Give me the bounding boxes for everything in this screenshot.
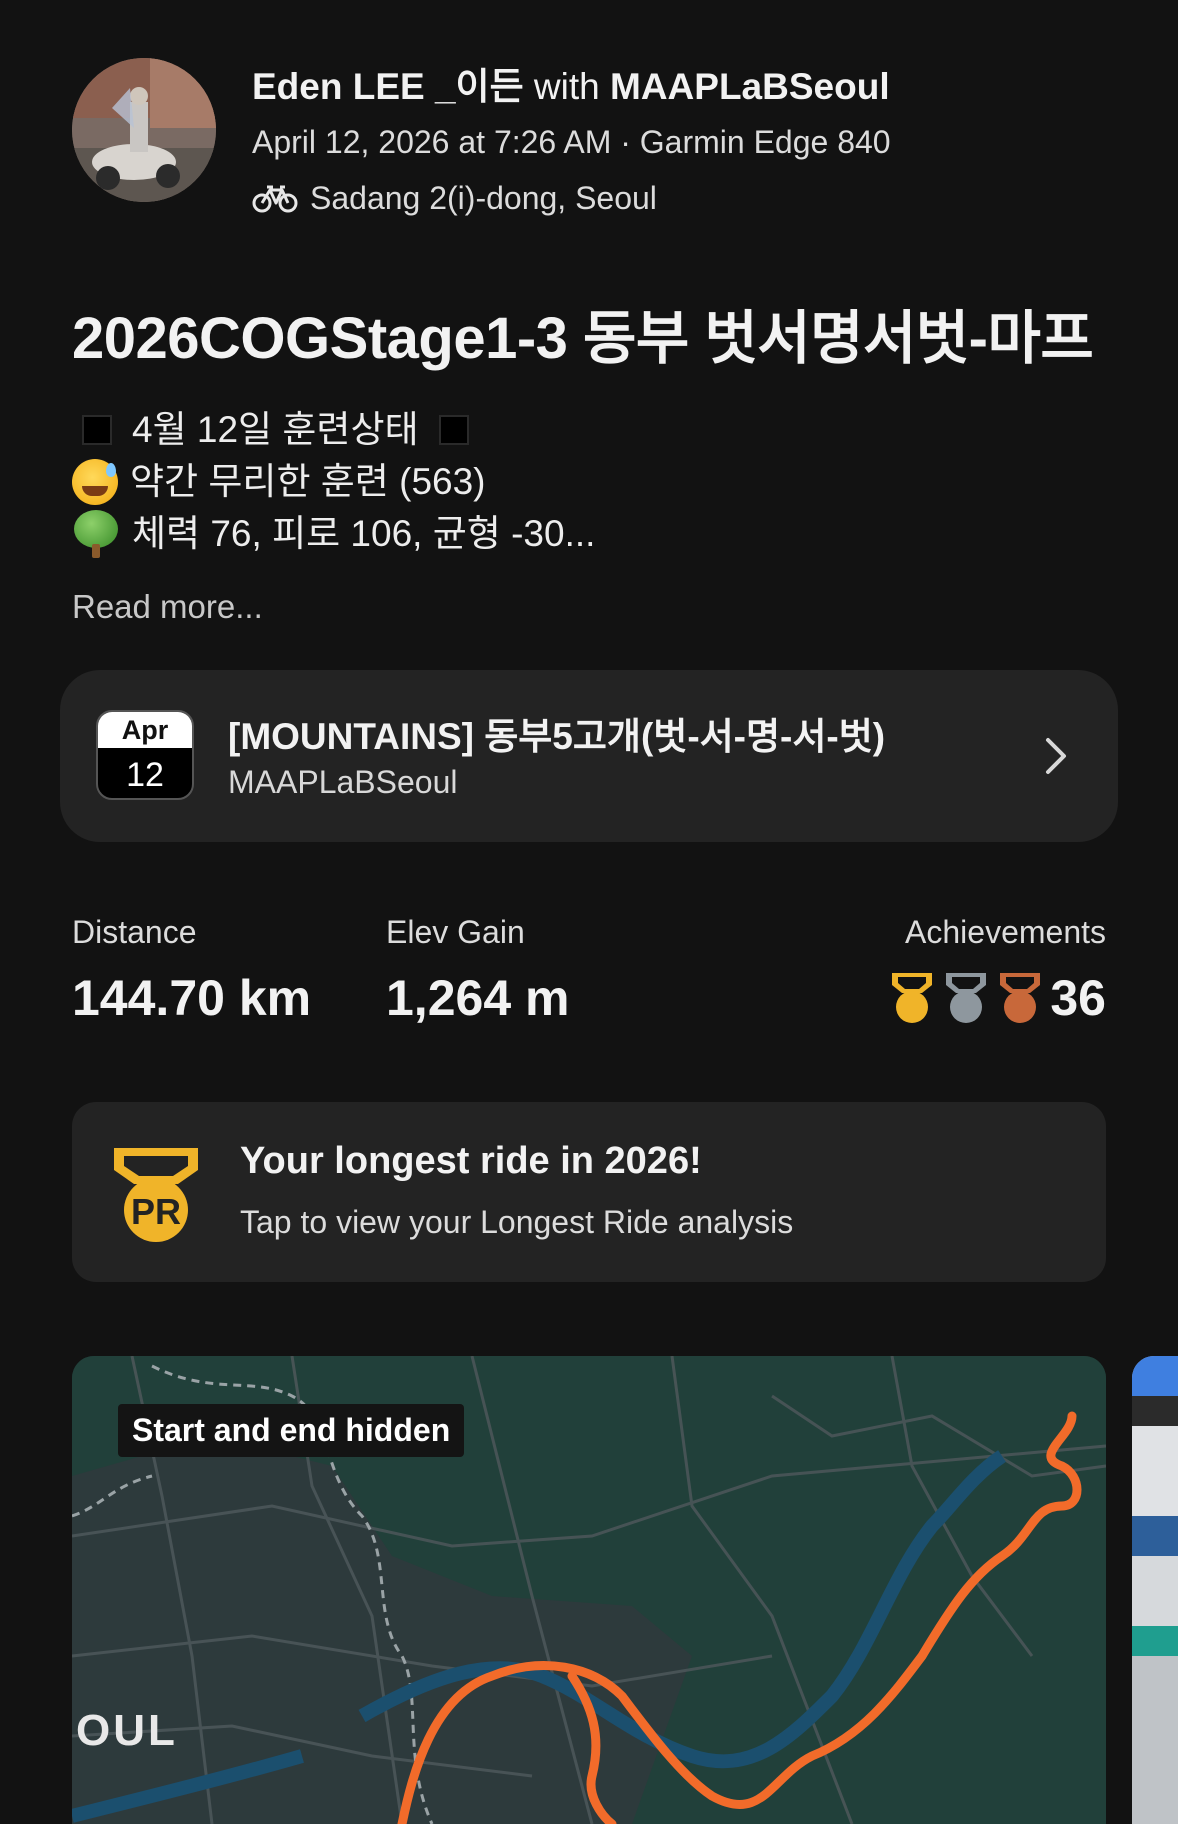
photo-thumbnail (1132, 1356, 1178, 1824)
elev-gain-label: Elev Gain (386, 914, 525, 950)
next-photo-peek[interactable] (1132, 1356, 1178, 1824)
silver-medal-icon (946, 973, 987, 1023)
black-square-icon (82, 415, 112, 445)
distance-value: 144.70 km (72, 970, 312, 1026)
avatar[interactable] (72, 58, 216, 202)
sweat-smile-icon (72, 459, 118, 505)
desc-line-2: 약간 무리한 훈련 (563) (130, 461, 486, 502)
black-square-icon (438, 415, 469, 445)
location-text: Sadang 2(i)-dong, Seoul (310, 180, 657, 216)
activity-meta: April 12, 2026 at 7:26 AM · Garmin Edge … (252, 124, 891, 160)
elev-gain-value: 1,264 m (386, 970, 570, 1026)
stats-row: Distance 144.70 km Elev Gain 1,264 m Ach… (72, 912, 1106, 1032)
calendar-day: 12 (126, 756, 164, 794)
event-club: MAAPLaBSeoul (228, 764, 458, 800)
activity-title: 2026COGStage1-3 동부 벗서명서벗-마프 (72, 306, 1094, 371)
distance-stat: Distance 144.70 km (72, 912, 311, 1028)
event-title: [MOUNTAINS] 동부5고개(벗-서-명-서-벗) (228, 716, 886, 757)
desc-line-1: 4월 12일 훈련상태 (132, 409, 419, 450)
achievements-stat[interactable]: Achievements 36 (888, 912, 1106, 1028)
read-more-link[interactable]: Read more... (72, 588, 263, 626)
longest-ride-card[interactable]: PR Your longest ride in 2026! Tap to vie… (72, 1102, 1106, 1282)
chevron-right-icon[interactable] (1038, 736, 1074, 776)
bike-icon (252, 183, 298, 213)
bronze-medal-icon (1000, 973, 1041, 1023)
club-name[interactable]: MAAPLaBSeoul (610, 66, 890, 107)
pr-badge-icon: PR (114, 1148, 198, 1242)
athlete-line[interactable]: Eden LEE _이든 with MAAPLaBSeoul (252, 64, 891, 110)
club-event-card[interactable]: Apr 12 [MOUNTAINS] 동부5고개(벗-서-명-서-벗) MAAP… (60, 670, 1118, 842)
pr-title: Your longest ride in 2026! (240, 1140, 702, 1182)
gold-medal-icon (892, 973, 933, 1023)
distance-label: Distance (72, 914, 197, 950)
pr-subtitle: Tap to view your Longest Ride analysis (240, 1204, 794, 1240)
achievements-count: 36 (1050, 970, 1106, 1026)
privacy-label: Start and end hidden (118, 1404, 465, 1457)
map-city-label: OUL (76, 1706, 178, 1755)
desc-line-3: 체력 76, 피로 106, 균형 -30... (132, 513, 596, 554)
elev-gain-stat: Elev Gain 1,264 m (386, 912, 569, 1028)
avatar-photo (72, 58, 216, 202)
calendar-month: Apr (98, 712, 192, 748)
pr-badge-text: PR (131, 1191, 181, 1232)
athlete-name[interactable]: Eden LEE _이든 (252, 66, 524, 107)
route-map[interactable]: Start and end hidden OUL (72, 1356, 1106, 1824)
tree-icon (72, 510, 120, 558)
location-row: Sadang 2(i)-dong, Seoul (252, 178, 891, 218)
calendar-icon: Apr 12 (96, 710, 194, 800)
with-text: with (533, 66, 600, 107)
activity-header: Eden LEE _이든 with MAAPLaBSeoul April 12,… (72, 58, 1132, 218)
achievements-label: Achievements (905, 914, 1106, 950)
activity-description: 4월 12일 훈련상태 약간 무리한 훈련 (563) 체력 76, 피로 10… (72, 404, 595, 560)
